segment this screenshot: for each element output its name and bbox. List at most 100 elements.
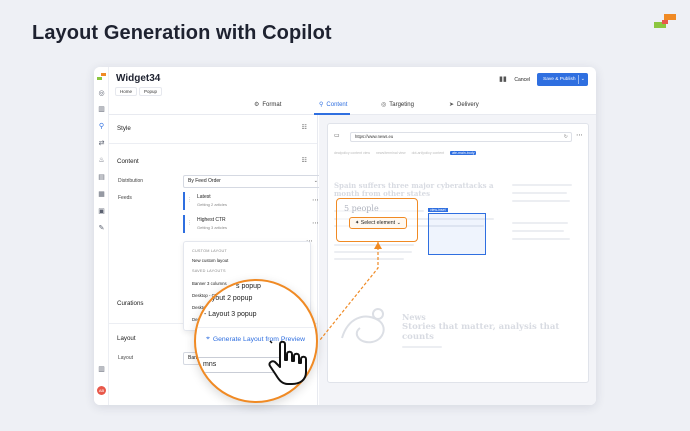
nav-rail: ◎ ▥ ⚲ ⇄ ♨ ▤ ▦ ▣ ✎ ▥ AB: [94, 67, 109, 405]
chevron-down-icon[interactable]: ⌄: [581, 73, 585, 86]
zoomed-item: - Layout 3 popup: [204, 311, 257, 318]
curations-label[interactable]: Curations: [117, 300, 143, 307]
distribution-label: Distribution: [118, 178, 144, 184]
building-icon[interactable]: ▥: [97, 365, 106, 374]
article-headline: Spain suffers three major cyberattacks a…: [334, 181, 494, 198]
widget-title: Widget34: [116, 73, 161, 84]
sliders-icon[interactable]: ☷: [302, 157, 307, 164]
dropdown-item[interactable]: Banner 3 columns: [192, 281, 227, 286]
send-icon: ➤: [449, 102, 455, 108]
drag-handle-icon[interactable]: ⋮: [187, 197, 192, 203]
app-logo-icon: [97, 73, 106, 80]
dropdown-heading: SAVED LAYOUTS: [192, 269, 226, 273]
url-bar[interactable]: https://www.news.eu ↻: [350, 132, 572, 142]
content-section-title[interactable]: Content: [117, 158, 139, 165]
tab-format[interactable]: ⚙ Format: [254, 101, 282, 109]
breadcrumb: Home Popup: [115, 87, 163, 96]
decorative-illustration: [341, 308, 385, 344]
feeds-label: Feeds: [118, 195, 132, 201]
dom-crumb[interactable]: dot-art/policy content: [412, 151, 445, 155]
dom-crumb-active[interactable]: ate-main-body: [450, 151, 477, 155]
brush-icon[interactable]: ✎: [97, 224, 106, 233]
feed-name: Latest: [197, 194, 211, 200]
chevron-down-icon: ⌄: [313, 178, 318, 184]
layout-label: Layout: [118, 355, 134, 361]
target-icon: ◎: [381, 102, 387, 108]
text-line: [334, 244, 414, 246]
text-line: [512, 222, 568, 224]
drag-handle-icon[interactable]: ⋮: [187, 220, 192, 226]
breadcrumb-home[interactable]: Home: [115, 87, 138, 96]
layout-icon[interactable]: ▤: [97, 173, 106, 182]
dropdown-heading: CUSTOM LAYOUT: [192, 249, 227, 253]
crosshair-icon: ⌖: [206, 335, 210, 342]
cancel-button[interactable]: Cancel: [510, 74, 534, 86]
feed-item[interactable]: ⋮ Latest Getting 2 articles ⋯: [183, 192, 319, 210]
tab-label: Content: [326, 101, 348, 108]
pin-icon: ⚲: [319, 102, 324, 108]
brush-icon: ⚙: [254, 102, 260, 108]
feed-subtitle: Getting 2 articles: [197, 202, 228, 207]
url-text: https://www.news.eu: [355, 134, 394, 139]
analytics-icon[interactable]: ▥: [97, 105, 106, 114]
feed-name: Highest CTR: [197, 217, 226, 223]
sliders-icon[interactable]: ☷: [302, 124, 307, 131]
tab-targeting[interactable]: ◎ Targeting: [381, 101, 414, 109]
top-bar: Widget34 Home Popup ▮▮ Cancel Save & Pub…: [109, 67, 596, 97]
zoomed-item: ayout 2 popup: [208, 295, 253, 302]
text-line: [512, 184, 572, 186]
feed-item[interactable]: ⋮ Highest CTR Getting 3 articles ⋯: [183, 215, 319, 233]
dom-crumb[interactable]: news/terminal view: [376, 151, 406, 155]
text-line: [512, 230, 564, 232]
stats-icon[interactable]: ▮▮: [498, 75, 508, 85]
tab-delivery[interactable]: ➤ Delivery: [449, 101, 479, 109]
dashboard-icon[interactable]: ◎: [97, 89, 106, 98]
text-line: [334, 251, 412, 253]
feeds-icon[interactable]: ⇄: [97, 139, 106, 148]
tagline: Stories that matter, analysis that count…: [402, 322, 560, 342]
refresh-icon[interactable]: ↻: [564, 133, 568, 141]
select-element-button[interactable]: ✦ Select element ⌄: [349, 217, 407, 229]
widgets-icon[interactable]: ⚲: [97, 122, 106, 131]
more-options-icon[interactable]: ⋯: [312, 196, 319, 204]
brand-logo-icon: [654, 14, 676, 28]
zoomed-field-value: mns: [203, 361, 217, 368]
text-line: [512, 238, 570, 240]
preview-area: ▭ https://www.news.eu ↻ ⋯ dealpolicy con…: [319, 115, 596, 405]
browser-preview: ▭ https://www.news.eu ↻ ⋯ dealpolicy con…: [327, 123, 589, 383]
dropdown-item[interactable]: New custom layout: [192, 258, 228, 263]
feed-subtitle: Getting 3 articles: [197, 225, 228, 230]
chevron-down-icon: ⌄: [395, 220, 401, 226]
fire-icon[interactable]: ♨: [97, 156, 106, 165]
text-line: [334, 258, 404, 260]
breadcrumb-popup[interactable]: Popup: [139, 87, 163, 96]
layout-section-title[interactable]: Layout: [117, 335, 136, 342]
save-publish-button[interactable]: Save & Publish ⌄: [537, 73, 588, 86]
zoomed-item: s popup: [236, 283, 261, 290]
select-element-label: Select element: [360, 220, 396, 226]
tab-bar: ⚙ Format ⚲ Content ◎ Targeting ➤ Deliver…: [109, 97, 596, 115]
dom-breadcrumb: dealpolicy content view news/terminal vi…: [334, 151, 477, 155]
calendar-icon[interactable]: ▦: [97, 190, 106, 199]
selection-tag: view-inset: [428, 208, 448, 212]
distribution-select[interactable]: By Feed Order ⌄: [183, 175, 323, 188]
image-icon[interactable]: ▣: [97, 207, 106, 216]
hand-cursor-icon: [268, 340, 307, 385]
selected-element-box[interactable]: [428, 213, 486, 255]
tab-label: Format: [262, 101, 282, 108]
divider: [196, 327, 316, 328]
dom-crumb[interactable]: dealpolicy content view: [334, 151, 370, 155]
tab-label: Delivery: [457, 101, 479, 108]
news-label: News: [402, 312, 426, 322]
text-line: [512, 192, 567, 194]
monitor-icon[interactable]: ▭: [334, 132, 340, 139]
more-options-icon[interactable]: ⋯: [576, 131, 583, 139]
avatar[interactable]: AB: [97, 386, 106, 395]
page-headline: Layout Generation with Copilot: [32, 22, 332, 44]
people-text: 5 people: [344, 204, 379, 213]
style-section-title[interactable]: Style: [117, 125, 131, 132]
distribution-value: By Feed Order: [188, 178, 221, 184]
more-options-icon[interactable]: ⋯: [312, 219, 319, 227]
tab-content[interactable]: ⚲ Content: [319, 101, 348, 109]
text-line: [402, 346, 442, 348]
